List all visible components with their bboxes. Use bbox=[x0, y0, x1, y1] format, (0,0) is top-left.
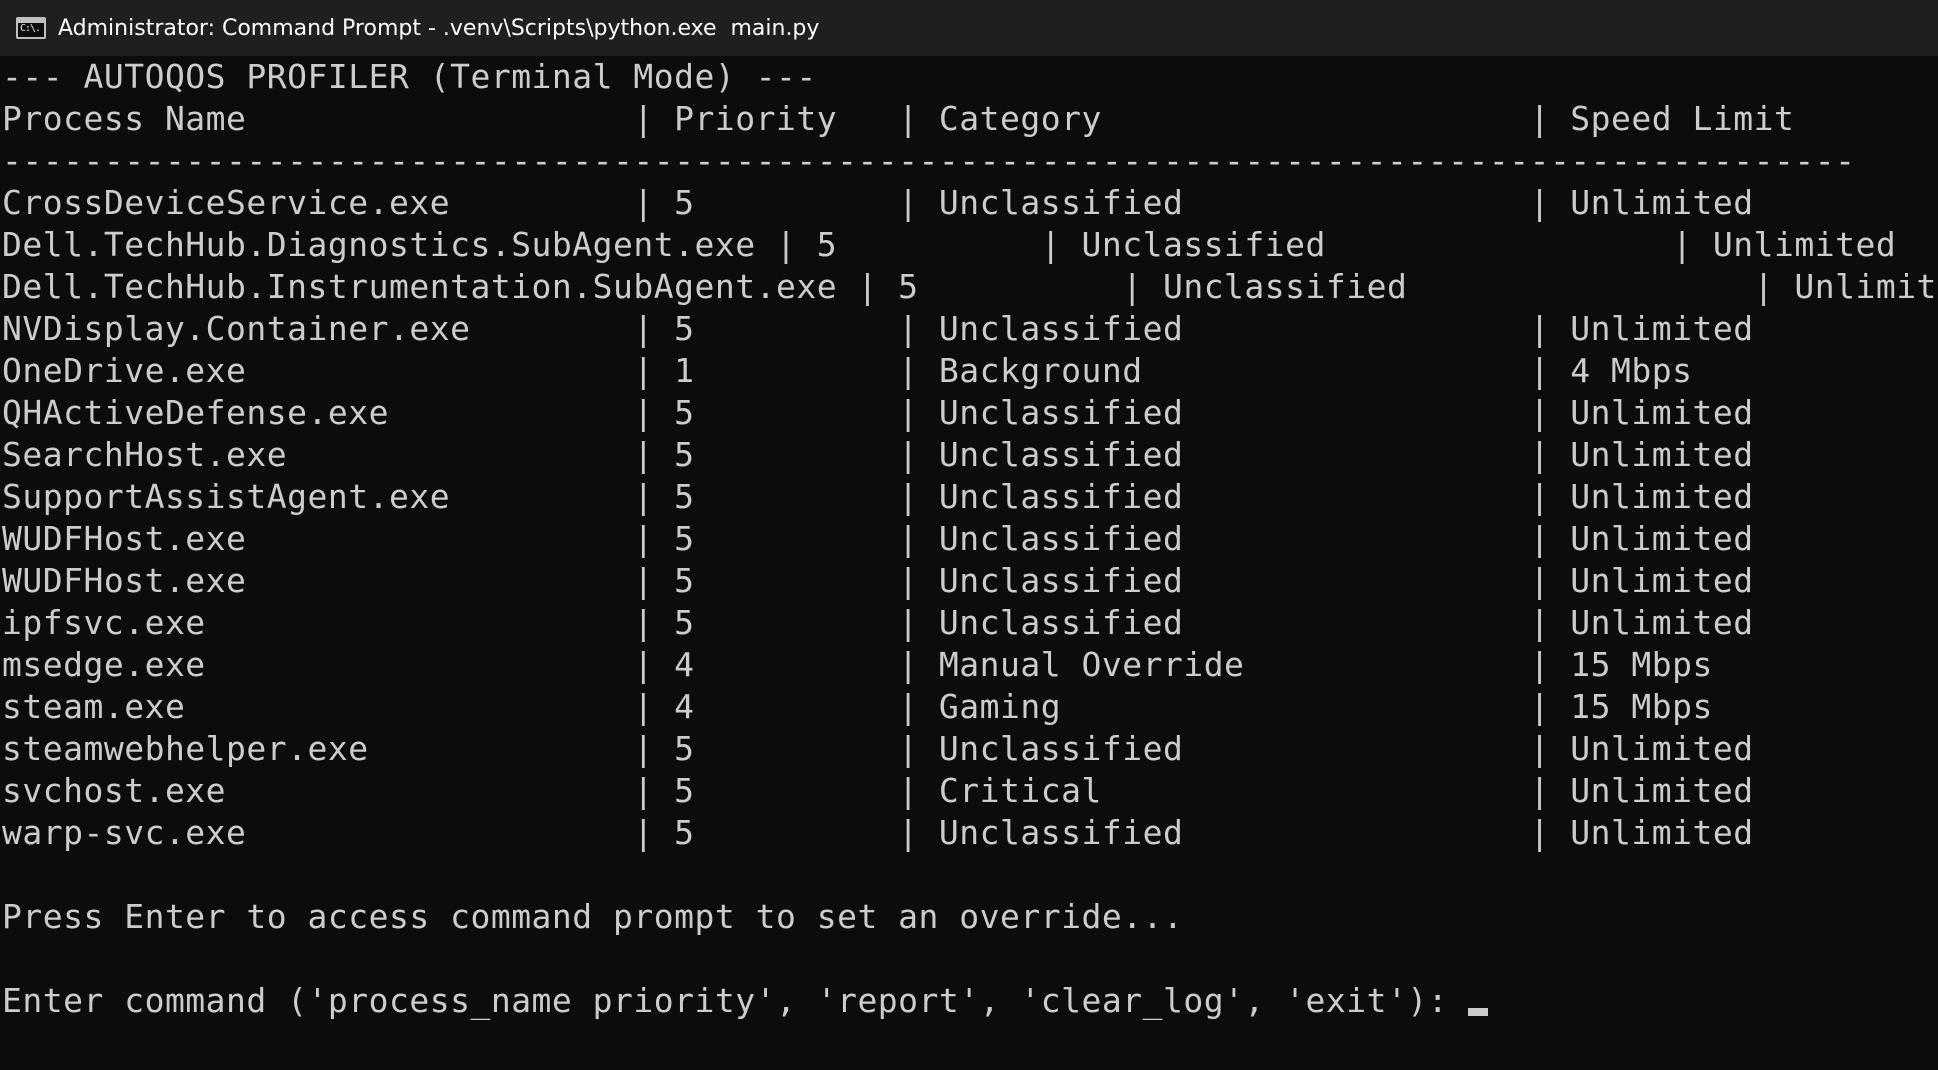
terminal-output[interactable]: --- AUTOQOS PROFILER (Terminal Mode) ---… bbox=[0, 56, 1938, 1070]
table-row: QHActiveDefense.exe | 5 | Unclassified |… bbox=[2, 393, 1754, 432]
table-row: Dell.TechHub.Instrumentation.SubAgent.ex… bbox=[2, 267, 1938, 306]
table-row: msedge.exe | 4 | Manual Override | 15 Mb… bbox=[2, 645, 1713, 684]
table-row: svchost.exe | 5 | Critical | Unlimited bbox=[2, 771, 1754, 810]
table-separator: ----------------------------------------… bbox=[2, 141, 1856, 180]
console-window: C:\. Administrator: Command Prompt - .ve… bbox=[0, 0, 1938, 1070]
table-row: SupportAssistAgent.exe | 5 | Unclassifie… bbox=[2, 477, 1754, 516]
table-header: Process Name | Priority | Category | Spe… bbox=[2, 99, 1795, 138]
command-prompt-icon: C:\. bbox=[16, 17, 46, 39]
table-row: NVDisplay.Container.exe | 5 | Unclassifi… bbox=[2, 309, 1754, 348]
table-row: WUDFHost.exe | 5 | Unclassified | Unlimi… bbox=[2, 519, 1754, 558]
table-row: steam.exe | 4 | Gaming | 15 Mbps bbox=[2, 687, 1713, 726]
table-row: steamwebhelper.exe | 5 | Unclassified | … bbox=[2, 729, 1754, 768]
table-row: ipfsvc.exe | 5 | Unclassified | Unlimite… bbox=[2, 603, 1754, 642]
table-row: WUDFHost.exe | 5 | Unclassified | Unlimi… bbox=[2, 561, 1754, 600]
table-row: warp-svc.exe | 5 | Unclassified | Unlimi… bbox=[2, 813, 1754, 852]
table-row: CrossDeviceService.exe | 5 | Unclassifie… bbox=[2, 183, 1754, 222]
window-title: Administrator: Command Prompt - .venv\Sc… bbox=[58, 15, 820, 41]
table-row: Dell.TechHub.Diagnostics.SubAgent.exe | … bbox=[2, 225, 1897, 264]
table-row: OneDrive.exe | 1 | Background | 4 Mbps bbox=[2, 351, 1693, 390]
text-cursor bbox=[1468, 1008, 1489, 1016]
command-prompt-text: Enter command ('process_name priority', … bbox=[2, 981, 1469, 1020]
title-bar[interactable]: C:\. Administrator: Command Prompt - .ve… bbox=[0, 0, 1938, 56]
icon-glyph: C:\. bbox=[20, 23, 41, 34]
instruction-line: Press Enter to access command prompt to … bbox=[2, 897, 1184, 936]
banner-line: --- AUTOQOS PROFILER (Terminal Mode) --- bbox=[2, 57, 817, 96]
command-prompt-line[interactable]: Enter command ('process_name priority', … bbox=[2, 980, 1938, 1022]
table-row: SearchHost.exe | 5 | Unclassified | Unli… bbox=[2, 435, 1754, 474]
